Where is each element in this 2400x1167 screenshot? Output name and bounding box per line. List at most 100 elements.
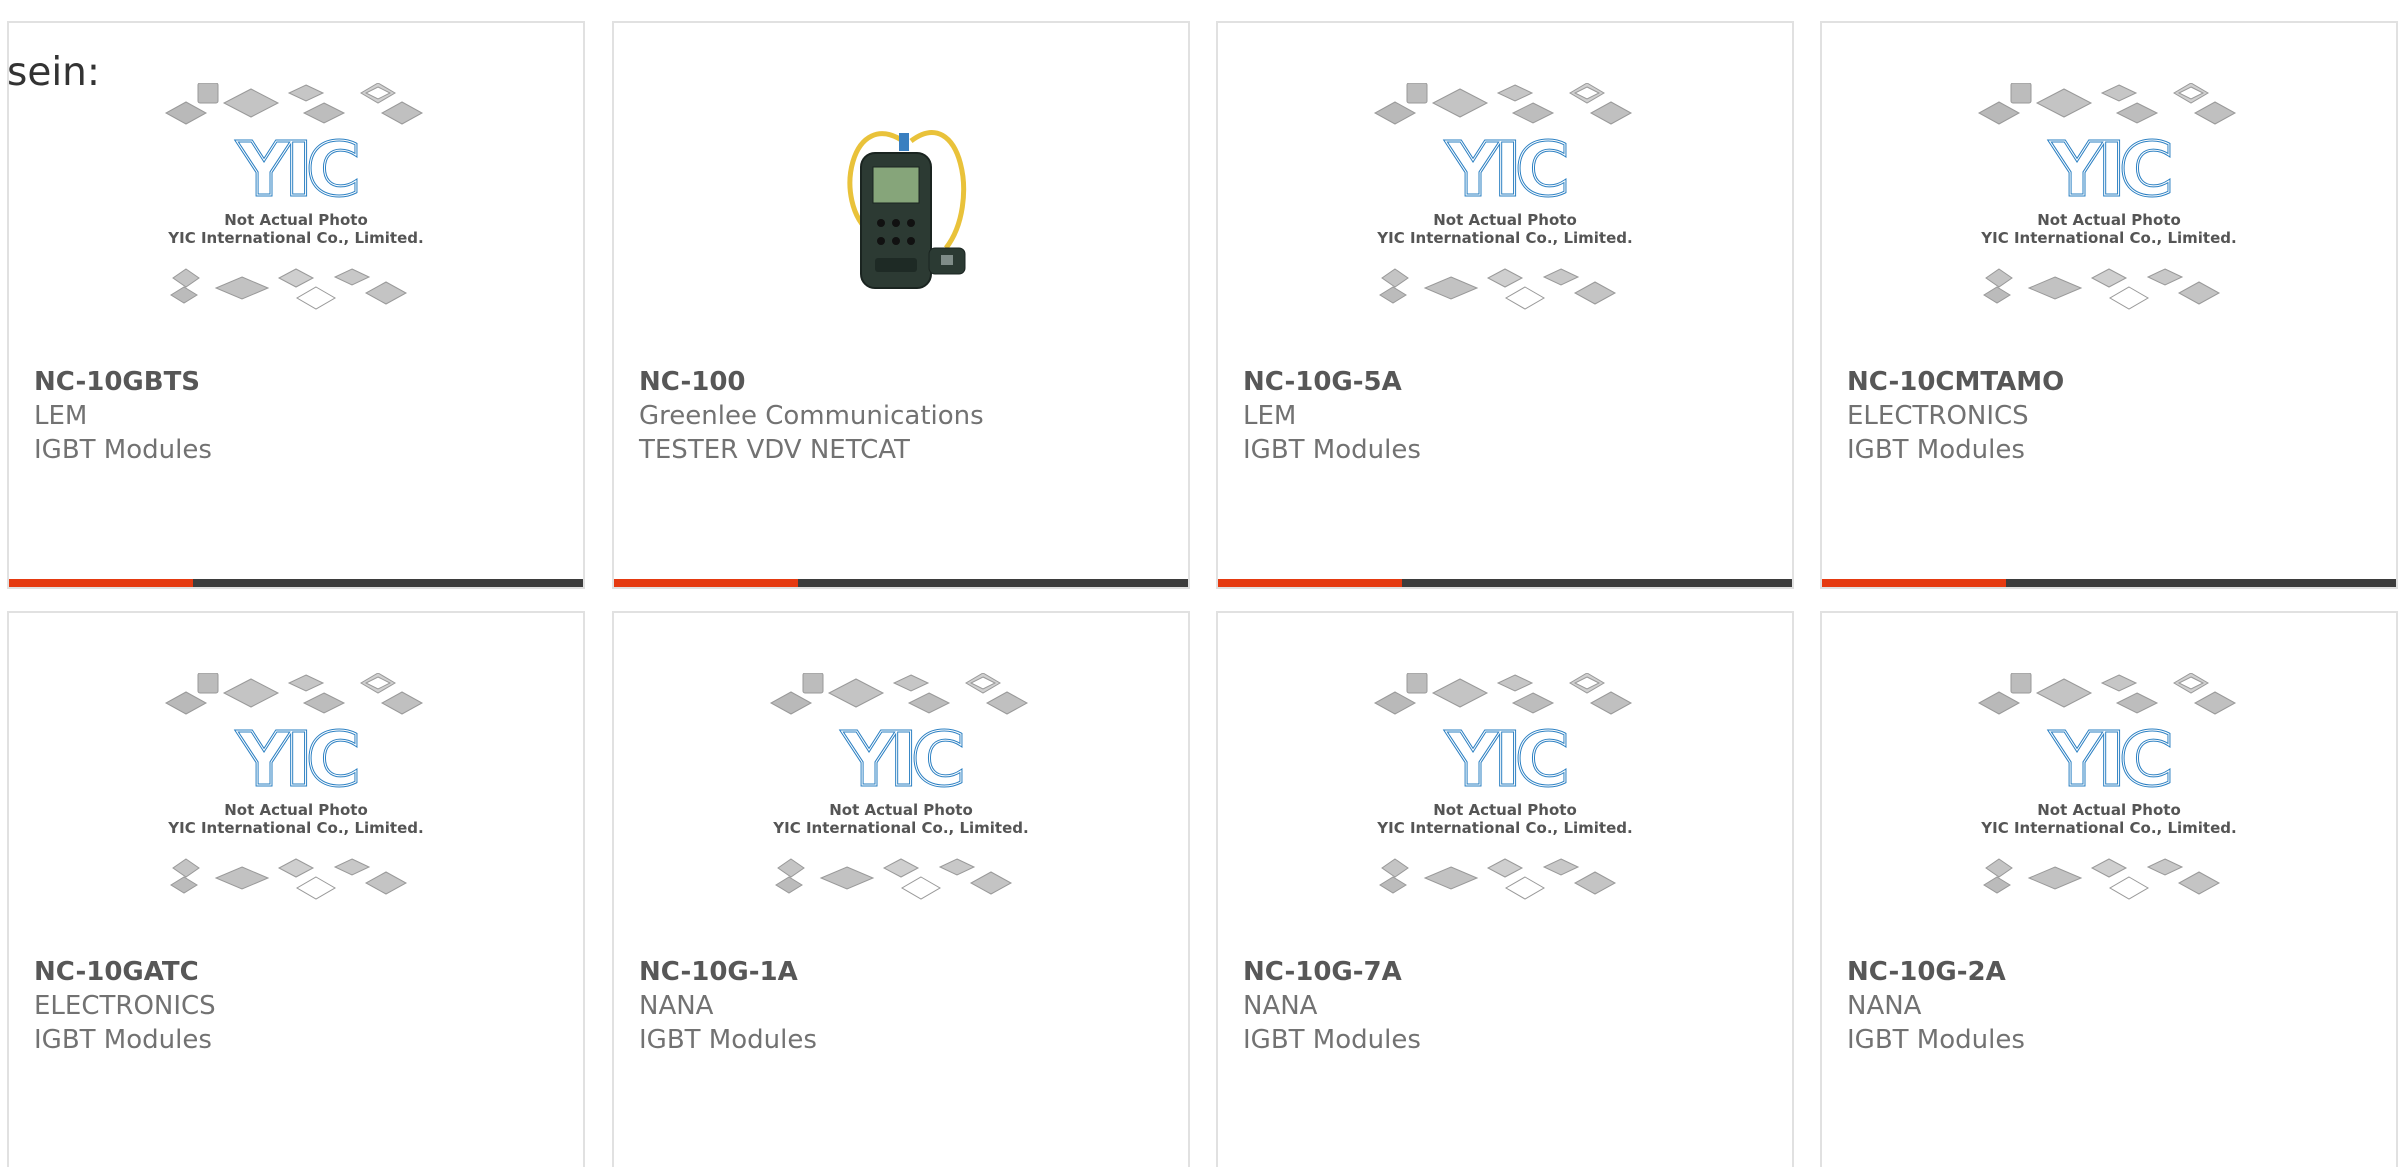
svg-text:YIC: YIC [1445, 127, 1565, 213]
product-card[interactable]: YIC YIC Not Actual Photo YIC Internation… [1820, 21, 2398, 589]
product-thumbnail[interactable]: YIC YIC Not Actual Photo YIC Internation… [1218, 83, 1792, 373]
manufacturer-label: NANA [1847, 991, 1922, 1021]
manufacturer-label: ELECTRONICS [34, 991, 216, 1021]
part-number-link[interactable]: NC-10G-5A [1243, 365, 1772, 399]
chip-icons-top [164, 673, 424, 715]
product-card[interactable]: NC-100 Greenlee Communications TESTER VDV … [612, 21, 1190, 589]
card-progress-bar [9, 579, 583, 587]
category-label: IGBT Modules [639, 1025, 817, 1055]
svg-text:YIC: YIC [2049, 717, 2169, 803]
card-progress-fill [1218, 579, 1402, 587]
svg-text:YIC: YIC [2049, 127, 2169, 213]
yic-logo-icon: YIC YIC [2048, 716, 2177, 805]
yic-logo-icon: YIC YIC [235, 716, 364, 805]
product-card[interactable]: YIC YIC Not Actual Photo YIC Internation… [612, 611, 1190, 1167]
part-number-link[interactable]: NC-100 [639, 365, 1168, 399]
product-card[interactable]: YIC YIC Not Actual Photo YIC Internation… [7, 21, 585, 589]
placeholder-line-2: YIC International Co., Limited. [1980, 819, 2236, 837]
card-progress-bar [1822, 579, 2396, 587]
product-thumbnail[interactable]: YIC YIC Not Actual Photo YIC Internation… [614, 673, 1188, 963]
not-actual-photo-image: YIC YIC Not Actual Photo YIC Internation… [1373, 83, 1633, 310]
chip-icons-bottom [170, 268, 408, 310]
placeholder-line-2: YIC International Co., Limited. [772, 819, 1028, 837]
chip-icons-bottom [1983, 858, 2221, 900]
chip-icons-bottom [1379, 858, 1617, 900]
placeholder-line-1: Not Actual Photo [1433, 801, 1577, 819]
product-thumbnail[interactable]: YIC YIC Not Actual Photo YIC Internation… [1822, 673, 2396, 963]
product-thumbnail[interactable]: YIC YIC Not Actual Photo YIC Internation… [1822, 83, 2396, 373]
not-actual-photo-image: YIC YIC Not Actual Photo YIC Internation… [1977, 673, 2237, 900]
placeholder-line-2: YIC International Co., Limited. [1376, 819, 1632, 837]
product-card[interactable]: YIC YIC Not Actual Photo YIC Internation… [1216, 21, 1794, 589]
network-tester-image [847, 130, 967, 289]
placeholder-line-2: YIC International Co., Limited. [167, 819, 423, 837]
svg-text:YIC: YIC [1445, 717, 1565, 803]
part-number-link[interactable]: NC-10G-7A [1243, 955, 1772, 989]
card-progress-fill [1822, 579, 2006, 587]
product-card[interactable]: YIC YIC Not Actual Photo YIC Internation… [1216, 611, 1794, 1167]
product-info: NC-10GATC ELECTRONICS IGBT Modules [34, 955, 563, 1057]
manufacturer-label: NANA [1243, 991, 1318, 1021]
svg-text:YIC: YIC [236, 127, 356, 213]
placeholder-line-1: Not Actual Photo [829, 801, 973, 819]
product-thumbnail[interactable]: YIC YIC Not Actual Photo YIC Internation… [9, 83, 583, 373]
chip-icons-top [1373, 673, 1633, 715]
not-actual-photo-image: YIC YIC Not Actual Photo YIC Internation… [1373, 673, 1633, 900]
category-label: IGBT Modules [1847, 1025, 2025, 1055]
product-thumbnail[interactable] [614, 83, 1188, 373]
product-info: NC-10G-1A NANA IGBT Modules [639, 955, 1168, 1057]
part-number-link[interactable]: NC-10CMTAMO [1847, 365, 2376, 399]
product-card[interactable]: YIC YIC Not Actual Photo YIC Internation… [7, 611, 585, 1167]
category-label: IGBT Modules [34, 1025, 212, 1055]
product-info: NC-100 Greenlee Communications TESTER VDV … [639, 365, 1168, 467]
chip-icons-bottom [1379, 268, 1617, 310]
product-thumbnail[interactable]: YIC YIC Not Actual Photo YIC Internation… [1218, 673, 1792, 963]
manufacturer-label: NANA [639, 991, 714, 1021]
yic-logo-icon: YIC YIC [235, 126, 364, 215]
product-info: NC-10GBTS LEM IGBT Modules [34, 365, 563, 467]
product-info: NC-10G-2A NANA IGBT Modules [1847, 955, 2376, 1057]
chip-icons-top [1977, 83, 2237, 125]
chip-icons-bottom [775, 858, 1013, 900]
part-number-link[interactable]: NC-10G-2A [1847, 955, 2376, 989]
part-number-link[interactable]: NC-10G-1A [639, 955, 1168, 989]
card-progress-fill [9, 579, 193, 587]
manufacturer-label: ELECTRONICS [1847, 401, 2029, 431]
placeholder-line-1: Not Actual Photo [224, 801, 368, 819]
placeholder-line-2: YIC International Co., Limited. [1376, 229, 1632, 247]
placeholder-line-1: Not Actual Photo [224, 211, 368, 229]
product-info: NC-10CMTAMO ELECTRONICS IGBT Modules [1847, 365, 2376, 467]
card-progress-bar [614, 579, 1188, 587]
product-thumbnail[interactable]: YIC YIC Not Actual Photo YIC Internation… [9, 673, 583, 963]
product-card[interactable]: YIC YIC Not Actual Photo YIC Internation… [1820, 611, 2398, 1167]
placeholder-line-1: Not Actual Photo [2037, 211, 2181, 229]
placeholder-line-2: YIC International Co., Limited. [1980, 229, 2236, 247]
manufacturer-label: Greenlee Communications [639, 401, 984, 431]
product-info: NC-10G-5A LEM IGBT Modules [1243, 365, 1772, 467]
manufacturer-label: LEM [1243, 401, 1297, 431]
intro-text: sein: [7, 50, 101, 95]
chip-icons-top [164, 83, 424, 125]
chip-icons-top [769, 673, 1029, 715]
category-label: IGBT Modules [1243, 1025, 1421, 1055]
part-number-link[interactable]: NC-10GBTS [34, 365, 563, 399]
category-label: IGBT Modules [34, 435, 212, 465]
not-actual-photo-image: YIC YIC Not Actual Photo YIC Internation… [164, 673, 424, 900]
card-progress-fill [614, 579, 798, 587]
product-listing-page: YIC YIC Not Actual Photo YIC Internation… [0, 0, 2400, 1167]
not-actual-photo-image: YIC YIC Not Actual Photo YIC Internation… [1977, 83, 2237, 310]
placeholder-line-1: Not Actual Photo [1433, 211, 1577, 229]
part-number-link[interactable]: NC-10GATC [34, 955, 563, 989]
not-actual-photo-image: YIC YIC Not Actual Photo YIC Internation… [769, 673, 1029, 900]
placeholder-line-2: YIC International Co., Limited. [167, 229, 423, 247]
placeholder-line-1: Not Actual Photo [2037, 801, 2181, 819]
svg-text:YIC: YIC [841, 717, 961, 803]
product-info: NC-10G-7A NANA IGBT Modules [1243, 955, 1772, 1057]
category-label: TESTER VDV NETCAT [639, 435, 910, 465]
not-actual-photo-image: YIC YIC Not Actual Photo YIC Internation… [164, 83, 424, 310]
yic-logo-icon: YIC YIC [1444, 716, 1573, 805]
yic-logo-icon: YIC YIC [2048, 126, 2177, 215]
chip-icons-top [1373, 83, 1633, 125]
chip-icons-top [1977, 673, 2237, 715]
chip-icons-bottom [170, 858, 408, 900]
